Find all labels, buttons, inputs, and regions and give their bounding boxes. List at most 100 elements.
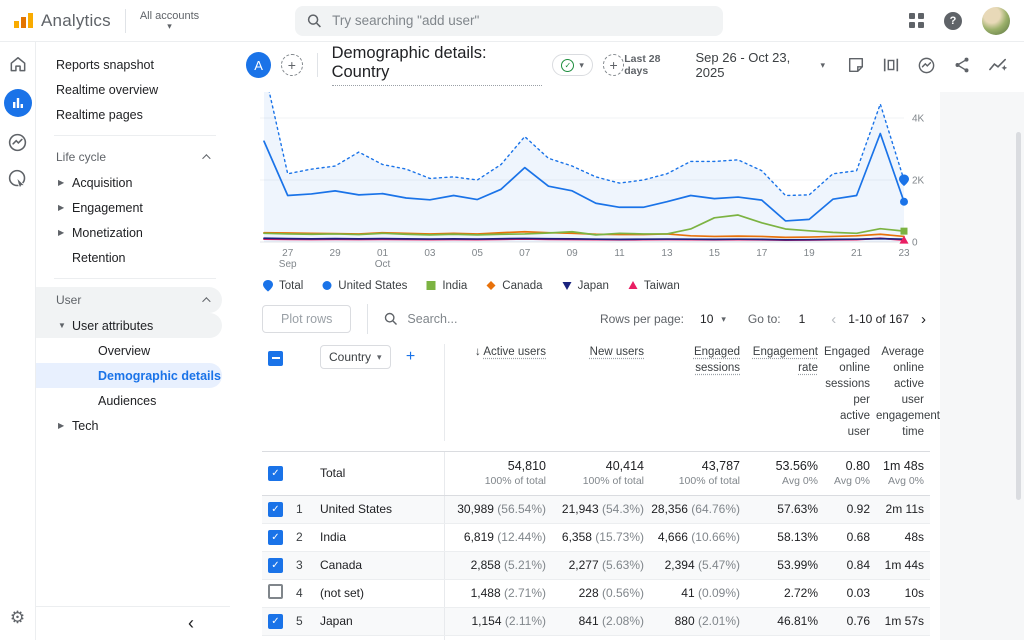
col-new-users[interactable]: New users <box>552 344 650 360</box>
property-badge[interactable]: A <box>246 52 271 78</box>
col-engaged-sessions-per-user[interactable]: Engaged online sessions per active user <box>824 344 876 441</box>
legend-item-india[interactable]: India <box>425 279 467 292</box>
metric-cell: 1m 57s <box>876 614 930 628</box>
nav-audiences[interactable]: Audiences <box>36 388 222 413</box>
explore-icon[interactable] <box>7 132 28 153</box>
total-metric: 40,414100% of total <box>552 459 650 487</box>
col-engagement-rate[interactable]: Engagement rate <box>746 344 824 376</box>
col-engaged-sessions[interactable]: Engaged sessions <box>650 344 746 376</box>
legend-item-taiwan[interactable]: Taiwan <box>627 279 680 292</box>
legend-label: Canada <box>502 280 542 292</box>
svg-text:23: 23 <box>898 248 910 259</box>
legend-item-united-states[interactable]: United States <box>321 279 407 292</box>
metric-cell: 6,358 (15.73%) <box>552 530 650 544</box>
dimension-selector[interactable]: Country▾ <box>320 345 391 369</box>
row-checkbox[interactable] <box>268 584 283 599</box>
chevron-up-icon <box>202 297 210 305</box>
help-icon[interactable]: ? <box>944 12 962 30</box>
settings-gear-icon[interactable]: ⚙ <box>10 608 25 628</box>
total-metric: 0.80Avg 0% <box>824 459 876 487</box>
add-comparison-button[interactable]: + <box>281 54 302 76</box>
table-row[interactable]: ✓ 1 United States30,989 (56.54%)21,943 (… <box>262 496 930 524</box>
rows-per-page-select[interactable]: 10 <box>700 312 713 326</box>
add-report-button[interactable]: + <box>603 54 624 76</box>
legend-item-canada[interactable]: Canada <box>485 279 542 292</box>
nav-monetization[interactable]: ▶Monetization <box>36 220 230 245</box>
section-user[interactable]: User <box>36 287 222 313</box>
plot-rows-button[interactable]: Plot rows <box>262 305 351 333</box>
country-cell: Canada <box>320 558 444 572</box>
rows-per-page-label: Rows per page: <box>600 312 684 326</box>
nav-tech[interactable]: ▶Tech <box>36 413 230 438</box>
legend-item-japan[interactable]: Japan <box>561 279 609 292</box>
section-life-cycle[interactable]: Life cycle <box>36 144 222 170</box>
metric-cell: 53.99% <box>746 558 824 572</box>
nav-overview[interactable]: Overview <box>36 338 222 363</box>
total-checkbox[interactable]: ✓ <box>268 466 283 481</box>
nav-reports-snapshot[interactable]: Reports snapshot <box>36 52 230 77</box>
add-dimension-button[interactable]: + <box>406 348 415 365</box>
home-icon[interactable] <box>8 54 28 74</box>
row-checkbox[interactable]: ✓ <box>268 614 283 629</box>
insights-circle-icon[interactable] <box>917 56 936 75</box>
nav-realtime-overview[interactable]: Realtime overview <box>36 77 230 102</box>
table-row[interactable]: ✓ 5 Japan1,154 (2.11%)841 (2.08%)880 (2.… <box>262 608 930 636</box>
chevron-up-icon <box>202 154 210 162</box>
nav-acquisition[interactable]: ▶Acquisition <box>36 170 230 195</box>
table-row[interactable]: ✓ 2 India6,819 (12.44%)6,358 (15.73%)4,6… <box>262 524 930 552</box>
report-status-menu[interactable]: ✓ ▾ <box>552 54 593 76</box>
table-search-input[interactable] <box>407 312 517 326</box>
nav-retention[interactable]: Retention <box>36 245 230 270</box>
svg-text:Sep: Sep <box>279 259 297 270</box>
row-checkbox[interactable]: ✓ <box>268 502 283 517</box>
row-checkbox[interactable]: ✓ <box>268 558 283 573</box>
feedback-note-icon[interactable] <box>847 56 865 74</box>
country-cell: (not set) <box>320 586 444 600</box>
apps-grid-icon[interactable] <box>909 13 924 28</box>
nav-user-attributes[interactable]: ▼User attributes <box>36 313 222 338</box>
select-all-checkbox[interactable] <box>268 351 283 366</box>
compare-icon[interactable] <box>882 56 900 74</box>
date-preset-label: Last 28 days <box>624 53 683 77</box>
nav-demographic-details[interactable]: Demographic details <box>36 363 222 388</box>
metric-cell: 1m 44s <box>876 558 930 572</box>
prev-page-icon[interactable]: ‹ <box>827 311 840 328</box>
legend-item-total[interactable]: Total <box>262 279 303 292</box>
share-icon[interactable] <box>953 56 971 74</box>
vertical-scrollbar[interactable] <box>1016 132 1021 500</box>
metric-cell: 1,154 (2.11%) <box>444 608 552 635</box>
date-range-picker[interactable]: Sep 26 - Oct 23, 2025 ▾ <box>696 50 825 80</box>
table-row[interactable]: ✓ 3 Canada2,858 (5.21%)2,277 (5.63%)2,39… <box>262 552 930 580</box>
reports-icon[interactable] <box>4 89 32 117</box>
svg-text:15: 15 <box>709 248 721 259</box>
row-checkbox[interactable]: ✓ <box>268 530 283 545</box>
next-page-icon[interactable]: › <box>917 311 930 328</box>
table-row[interactable]: 4 (not set)1,488 (2.71%)228 (0.56%)41 (0… <box>262 580 930 608</box>
total-metric: 53.56%Avg 0% <box>746 459 824 487</box>
nav-engagement[interactable]: ▶Engagement <box>36 195 230 220</box>
sparkline-insights-icon[interactable] <box>988 56 1008 74</box>
report-title[interactable]: Demographic details: Country <box>332 44 543 86</box>
row-index: 4 <box>296 586 320 600</box>
nav-realtime-pages[interactable]: Realtime pages <box>36 102 230 127</box>
metric-cell: 0.03 <box>824 586 876 600</box>
go-to-input[interactable]: 1 <box>799 312 806 326</box>
reports-nav: Reports snapshot Realtime overview Realt… <box>36 42 230 640</box>
metric-cell: 10s <box>876 586 930 600</box>
search-input[interactable] <box>332 13 711 28</box>
table-row[interactable]: ✓ 6 Taiwan944 (1.72%)750 (1.86%)896 (2.0… <box>262 636 930 640</box>
global-search[interactable] <box>295 6 723 36</box>
metric-cell: 0.92 <box>824 502 876 516</box>
advertising-icon[interactable] <box>7 168 28 189</box>
table-search[interactable] <box>384 312 517 326</box>
col-active-users[interactable]: ↓ Active users <box>444 344 552 441</box>
chevron-down-icon: ▾ <box>579 60 584 71</box>
diamond-marker-icon <box>485 279 497 292</box>
collapse-nav-icon[interactable]: ‹ <box>188 613 194 634</box>
account-switcher[interactable]: All accounts ▾ <box>140 10 199 32</box>
analytics-logo-icon <box>14 13 33 28</box>
col-avg-engagement-time[interactable]: Average online active user engagement ti… <box>876 344 930 441</box>
user-avatar[interactable] <box>982 7 1010 35</box>
metric-cell: 48s <box>876 530 930 544</box>
metric-cell: 30,989 (56.54%) <box>444 496 552 523</box>
